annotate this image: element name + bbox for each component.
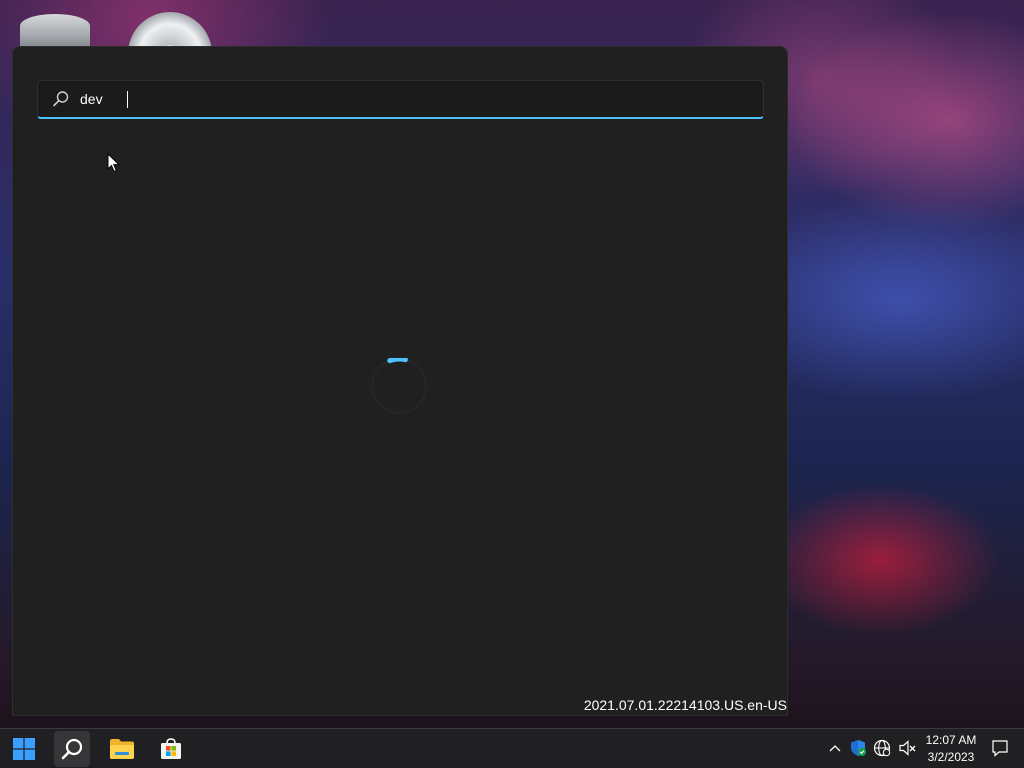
show-hidden-icons-button[interactable] [826,739,844,757]
search-box[interactable] [37,80,764,119]
store-bag-icon [161,738,181,759]
notification-icon [992,740,1008,757]
search-panel: 2021.07.01.22214103.US.en-US [12,46,788,716]
microsoft-store-button[interactable] [153,731,189,767]
version-string: 2021.07.01.22214103.US.en-US [583,697,787,713]
chevron-up-icon [829,745,841,752]
search-icon [61,738,83,760]
notification-center-button[interactable] [991,739,1009,757]
clock-date: 3/2/2023 [927,750,975,764]
search-input[interactable] [80,91,720,107]
file-explorer-button[interactable] [104,731,140,767]
network-tray[interactable] [873,739,891,757]
search-icon [53,91,69,107]
taskbar-search-button[interactable] [54,731,90,767]
loading-spinner [371,358,427,414]
windows-security-tray[interactable] [849,739,867,757]
globe-icon [873,739,891,757]
speaker-muted-icon [899,740,916,756]
taskbar: 12:07 AM 3/2/2023 [0,728,1024,768]
clock[interactable]: 12:07 AM 3/2/2023 [920,732,982,766]
shield-check-icon [851,740,866,756]
windows-logo-icon [13,738,35,760]
clock-time: 12:07 AM [925,733,977,747]
start-button[interactable] [6,731,42,767]
volume-tray[interactable] [899,739,917,757]
mouse-cursor-icon [107,153,121,173]
folder-icon [110,739,134,759]
text-caret [127,91,128,108]
